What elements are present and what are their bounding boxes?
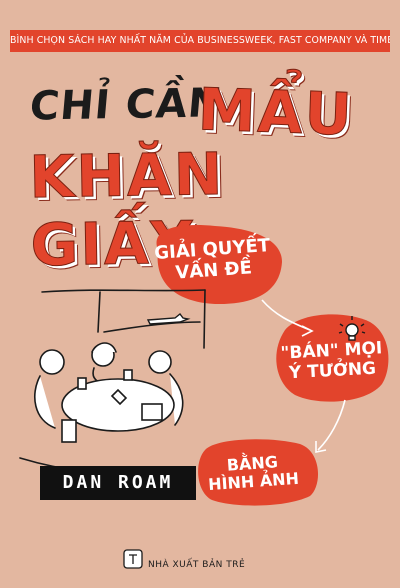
- title-line1-prefix: CHỈ CẦN: [27, 80, 225, 130]
- arrow-1: [261, 299, 311, 331]
- arrow-2-head: [315, 441, 327, 453]
- lightbulb-icon: [338, 316, 366, 341]
- arrow-1-head: [301, 325, 314, 337]
- bubble-images: BẰNG HÌNH ẢNH: [197, 451, 309, 495]
- bubble-problem: GIẢI QUYẾT VẤN ĐỀ: [147, 235, 280, 286]
- arrow-2: [317, 399, 346, 451]
- bubble-2-line2: Ý TƯỞNG: [288, 358, 377, 383]
- publisher-name: NHÀ XUẤT BẢN TRẺ: [148, 560, 246, 570]
- bubble-sell: "BÁN" MỌI Ý TƯỞNG: [271, 338, 393, 384]
- book-cover: BÌNH CHỌN SÁCH HAY NHẤT NĂM CỦA BUSINESS…: [0, 0, 400, 588]
- publisher-logo-icon: [123, 549, 143, 569]
- room-sketch: [19, 289, 206, 475]
- airplane-icon: [146, 313, 191, 325]
- author-name: DAN ROAM: [40, 466, 196, 500]
- award-banner: BÌNH CHỌN SÁCH HAY NHẤT NĂM CỦA BUSINESS…: [10, 30, 390, 52]
